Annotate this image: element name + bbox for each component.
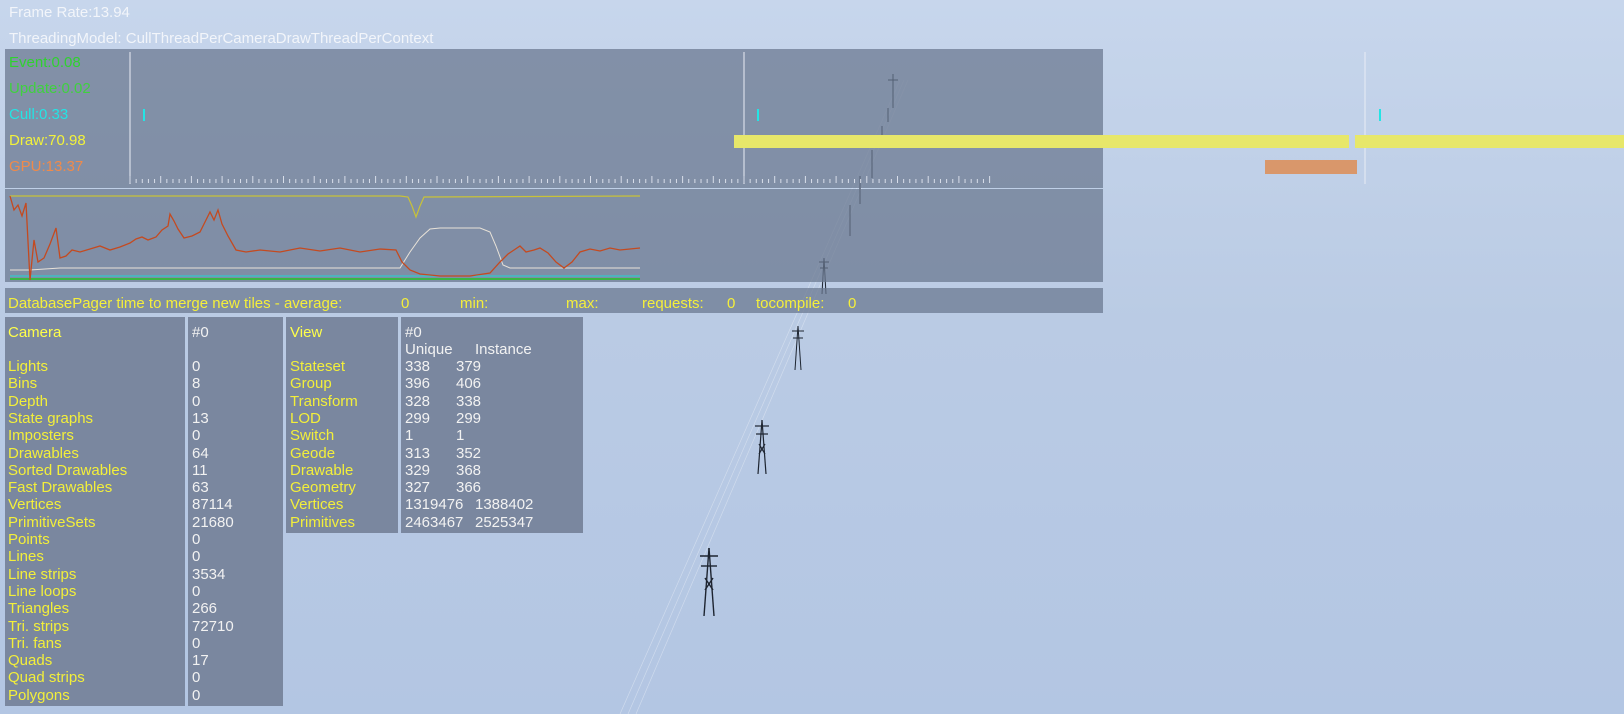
- pager-min-label: min:: [460, 295, 489, 312]
- camera-stat-label: Vertices: [8, 496, 62, 514]
- camera-stat-label: Lights: [8, 358, 49, 375]
- view-stat-label: Switch: [290, 427, 335, 445]
- camera-stat-value: 72710: [192, 617, 234, 635]
- camera-stat-label: Tri. strips: [8, 617, 70, 635]
- camera-title: Camera: [8, 324, 62, 341]
- cull-timing-label: Cull:0.33: [9, 106, 69, 123]
- view-id: #0: [405, 324, 422, 341]
- view-stat-unique: 396: [405, 375, 431, 393]
- view-stat-instance: 1: [456, 427, 465, 445]
- camera-id: #0: [192, 324, 209, 341]
- view-title: View: [290, 324, 323, 341]
- camera-stat-label: Bins: [8, 375, 38, 393]
- camera-stat-label: Drawables: [8, 444, 79, 462]
- view-stat-instance: 299: [456, 409, 482, 427]
- view-stat-unique: 328: [405, 392, 431, 410]
- camera-stat-value: 3534: [192, 565, 226, 583]
- view-stat-label: Geode: [290, 444, 336, 462]
- power-tower-icon: [755, 419, 769, 475]
- camera-stat-value: 0: [192, 634, 201, 652]
- view-stat-instance: 379: [456, 358, 482, 375]
- pager-requests-value: 0: [727, 295, 736, 312]
- camera-stat-value: 266: [192, 600, 218, 618]
- camera-stat-value: 11: [192, 461, 208, 479]
- camera-stat-label: Depth: [8, 392, 49, 410]
- view-stat-label: Transform: [290, 392, 358, 410]
- view-stat-unique: 299: [405, 409, 431, 427]
- event-timing-label: Event:0.08: [9, 54, 81, 71]
- camera-stat-label: PrimitiveSets: [8, 513, 96, 531]
- view-stat-instance: 406: [456, 375, 482, 393]
- view-stat-unique: 2463467: [405, 513, 464, 531]
- view-stats-values: #0 Unique Instance 338 379 396 406 328 338 299…: [401, 317, 583, 533]
- view-stats-labels: View Stateset Group Transform LOD Switch Geod…: [286, 317, 398, 533]
- pager-label: DatabasePager time to merge new tiles - …: [8, 295, 343, 312]
- camera-stat-label: Tri. fans: [8, 634, 62, 652]
- camera-stat-value: 17: [192, 652, 209, 670]
- view-stat-instance: 368: [456, 461, 482, 479]
- stats-graph-panel: [5, 189, 1103, 282]
- view-stat-instance: 2525347: [475, 513, 534, 531]
- camera-stat-label: Lines: [8, 548, 44, 566]
- camera-stat-label: Imposters: [8, 427, 74, 445]
- view-stat-instance: 1388402: [475, 496, 534, 514]
- pager-average-value: 0: [401, 295, 410, 312]
- camera-stats-labels: Camera Lights Bins Depth State graphs Impost…: [5, 317, 185, 706]
- view-stat-unique: 329: [405, 461, 431, 479]
- camera-stat-label: Quads: [8, 652, 53, 670]
- camera-stat-value: 0: [192, 531, 201, 548]
- view-stat-label: Stateset: [290, 358, 346, 375]
- camera-stat-value: 0: [192, 548, 201, 566]
- camera-stat-value: 87114: [192, 496, 233, 514]
- view-stat-unique: 327: [405, 479, 431, 497]
- camera-stat-label: Points: [8, 531, 50, 548]
- camera-stat-value: 13: [192, 409, 209, 427]
- view-stat-instance: 338: [456, 392, 482, 410]
- view-stat-label: Group: [290, 375, 332, 393]
- camera-stat-label: Line loops: [8, 582, 77, 600]
- camera-stat-value: 0: [192, 669, 201, 687]
- camera-stat-label: Sorted Drawables: [8, 461, 128, 479]
- view-stat-label: LOD: [290, 409, 321, 427]
- pager-tocompile-label: tocompile:: [756, 295, 825, 312]
- pager-tocompile-value: 0: [848, 295, 857, 312]
- view-stat-unique: 338: [405, 358, 431, 375]
- view-stat-unique: 1319476: [405, 496, 464, 514]
- update-timing-label: Update:0.02: [9, 80, 91, 97]
- camera-stat-label: State graphs: [8, 409, 94, 427]
- pager-max-label: max:: [566, 295, 599, 312]
- camera-stat-value: 0: [192, 358, 201, 375]
- view-stat-label: Vertices: [290, 496, 344, 514]
- draw-timing-label: Draw:70.98: [9, 132, 86, 149]
- view-col-unique: Unique: [405, 341, 453, 358]
- camera-stat-label: Triangles: [8, 600, 70, 618]
- view-stat-label: Primitives: [290, 513, 356, 531]
- view-stat-label: Drawable: [290, 461, 354, 479]
- view-stat-instance: 366: [456, 479, 482, 497]
- camera-stat-value: 0: [192, 582, 201, 600]
- view-stat-label: Geometry: [290, 479, 356, 497]
- view-stat-unique: 1: [405, 427, 414, 445]
- frame-rate-label: Frame Rate:13.94: [9, 4, 130, 21]
- camera-stat-value: 0: [192, 686, 201, 704]
- camera-stat-label: Fast Drawables: [8, 479, 113, 497]
- camera-stat-value: 63: [192, 479, 209, 497]
- view-stat-instance: 352: [456, 444, 482, 462]
- camera-stat-value: 0: [192, 392, 201, 410]
- camera-stat-label: Quad strips: [8, 669, 85, 687]
- camera-stat-label: Line strips: [8, 565, 77, 583]
- gpu-timing-label: GPU:13.37: [9, 158, 84, 175]
- camera-stats-values: #0 0 8 0 13 0 64 11 63 87114 21680 0 0 3534 0 266 72710…: [188, 317, 283, 706]
- camera-stat-label: Polygons: [8, 686, 70, 704]
- camera-stat-value: 8: [192, 375, 201, 393]
- camera-stat-value: 0: [192, 427, 201, 445]
- timing-panel: [5, 49, 1103, 188]
- camera-stat-value: 21680: [192, 513, 234, 531]
- view-stat-unique: 313: [405, 444, 431, 462]
- pager-requests-label: requests:: [642, 295, 704, 312]
- camera-stat-value: 64: [192, 444, 209, 462]
- threading-model-label: ThreadingModel: CullThreadPerCameraDrawT…: [9, 30, 434, 47]
- view-col-instance: Instance: [475, 341, 532, 358]
